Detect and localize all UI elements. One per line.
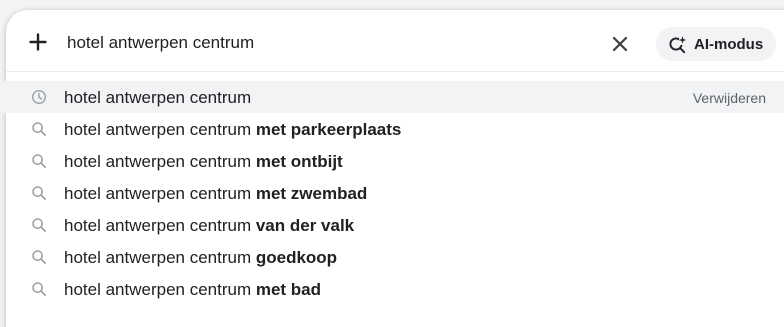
search-icon xyxy=(31,121,47,137)
suggestion-item[interactable]: hotel antwerpen centrum Verwijderen xyxy=(0,81,784,113)
ai-mode-label: AI-modus xyxy=(694,35,764,53)
search-icon xyxy=(31,249,47,265)
page: AI-modus hotel antwerpen centrum Verwijd… xyxy=(0,0,784,327)
search-icon xyxy=(31,217,47,233)
ai-search-icon xyxy=(669,36,687,54)
suggestion-text: hotel antwerpen centrum van der valk xyxy=(64,216,355,235)
search-panel: AI-modus hotel antwerpen centrum Verwijd… xyxy=(0,10,784,327)
suggestion-text: hotel antwerpen centrum met parkeerplaat… xyxy=(64,120,402,139)
suggestion-item[interactable]: hotel antwerpen centrum van der valk xyxy=(0,209,784,241)
search-icon xyxy=(31,185,47,201)
suggestion-text: hotel antwerpen centrum goedkoop xyxy=(64,248,338,267)
suggestion-item[interactable]: hotel antwerpen centrum met zwembad xyxy=(0,177,784,209)
search-input[interactable] xyxy=(67,30,587,56)
suggestion-text: hotel antwerpen centrum met bad xyxy=(64,280,322,299)
suggestion-item[interactable]: hotel antwerpen centrum met ontbijt xyxy=(0,145,784,177)
suggestion-item[interactable]: hotel antwerpen centrum met bad xyxy=(0,273,784,305)
suggestion-text: hotel antwerpen centrum met ontbijt xyxy=(64,152,343,171)
remove-suggestion-button[interactable]: Verwijderen xyxy=(693,90,766,106)
history-icon xyxy=(31,89,47,105)
search-bar: AI-modus xyxy=(6,10,784,74)
suggestion-text: hotel antwerpen centrum xyxy=(64,88,252,107)
search-icon xyxy=(31,153,47,169)
ai-mode-button[interactable]: AI-modus xyxy=(656,27,776,61)
suggestion-item[interactable]: hotel antwerpen centrum goedkoop xyxy=(0,241,784,273)
suggestion-item[interactable]: hotel antwerpen centrum met parkeerplaat… xyxy=(0,113,784,145)
clear-search-button[interactable] xyxy=(606,30,634,58)
plus-icon[interactable] xyxy=(25,29,51,55)
search-icon xyxy=(31,281,47,297)
divider xyxy=(6,71,784,72)
suggestion-text: hotel antwerpen centrum met zwembad xyxy=(64,184,368,203)
close-icon xyxy=(612,36,628,52)
suggestions-list: hotel antwerpen centrum Verwijderen hote… xyxy=(0,81,784,305)
